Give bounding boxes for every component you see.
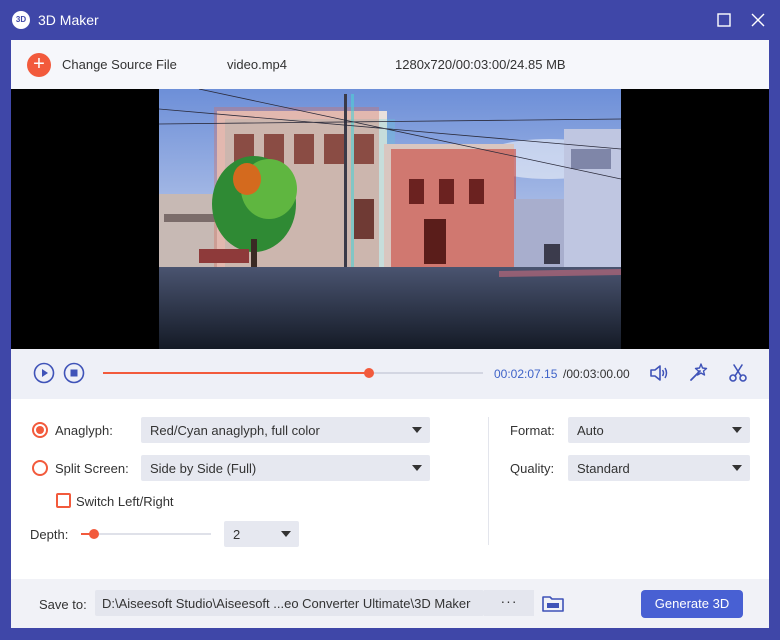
depth-slider-handle[interactable] <box>89 529 99 539</box>
split-screen-select[interactable]: Side by Side (Full) <box>141 455 430 481</box>
save-path-field[interactable]: D:\Aiseesoft Studio\Aiseesoft ...eo Conv… <box>95 590 534 616</box>
split-screen-value: Side by Side (Full) <box>150 461 257 476</box>
stop-button[interactable] <box>63 362 85 384</box>
stop-icon <box>63 362 85 384</box>
depth-select[interactable]: 2 <box>224 521 299 547</box>
save-bar: Save to: D:\Aiseesoft Studio\Aiseesoft .… <box>11 579 769 628</box>
anaglyph-select[interactable]: Red/Cyan anaglyph, full color <box>141 417 430 443</box>
quality-label: Quality: <box>510 461 555 476</box>
add-icon[interactable]: + <box>27 53 51 77</box>
settings-panel: Anaglyph: Red/Cyan anaglyph, full color … <box>11 399 769 579</box>
change-source-button[interactable]: Change Source File <box>62 57 177 72</box>
close-icon <box>751 13 765 27</box>
progress-handle[interactable] <box>364 368 374 378</box>
browse-button[interactable]: ··· <box>484 590 534 616</box>
play-icon <box>33 362 55 384</box>
total-time: /00:03:00.00 <box>563 367 630 381</box>
playback-controls: 00:02:07.15 /00:03:00.00 <box>11 349 769 399</box>
title-bar: 3D 3D Maker <box>0 0 780 40</box>
chevron-down-icon <box>412 427 422 433</box>
generate-3d-button[interactable]: Generate 3D <box>641 590 743 618</box>
play-button[interactable] <box>33 362 55 384</box>
video-player[interactable] <box>11 89 769 349</box>
folder-icon <box>542 596 564 612</box>
window-title: 3D Maker <box>38 12 99 28</box>
chevron-down-icon <box>732 427 742 433</box>
file-info: 1280x720/00:03:00/24.85 MB <box>395 57 566 72</box>
video-preview <box>159 89 621 349</box>
switch-left-right-label: Switch Left/Right <box>76 494 174 509</box>
progress-bar[interactable] <box>103 368 483 378</box>
quality-select[interactable]: Standard <box>568 455 750 481</box>
anaglyph-radio[interactable] <box>32 422 48 438</box>
settings-divider <box>488 417 489 545</box>
app-window: 3D 3D Maker + Change Source File video.m… <box>0 0 780 640</box>
chevron-down-icon <box>281 531 291 537</box>
split-screen-label: Split Screen: <box>55 461 129 476</box>
app-logo-icon: 3D <box>12 11 30 29</box>
scissors-icon <box>729 364 747 382</box>
enhance-button[interactable] <box>687 362 709 384</box>
format-label: Format: <box>510 423 555 438</box>
anaglyph-label: Anaglyph: <box>55 423 113 438</box>
save-to-label: Save to: <box>39 597 87 612</box>
depth-label: Depth: <box>30 527 69 542</box>
maximize-icon <box>717 13 731 27</box>
format-select[interactable]: Auto <box>568 417 750 443</box>
depth-slider[interactable] <box>81 529 211 539</box>
current-time: 00:02:07.15 <box>494 367 558 381</box>
format-value: Auto <box>577 423 604 438</box>
chevron-down-icon <box>732 465 742 471</box>
depth-value: 2 <box>233 527 241 542</box>
split-screen-radio[interactable] <box>32 460 48 476</box>
cut-button[interactable] <box>727 362 749 384</box>
source-bar: + Change Source File video.mp4 1280x720/… <box>11 40 769 90</box>
volume-icon <box>650 365 668 381</box>
volume-button[interactable] <box>648 362 670 384</box>
chevron-down-icon <box>412 465 422 471</box>
main-panel: + Change Source File video.mp4 1280x720/… <box>11 40 769 628</box>
magic-wand-icon <box>690 363 708 381</box>
save-path-value: D:\Aiseesoft Studio\Aiseesoft ...eo Conv… <box>102 596 471 611</box>
switch-left-right-checkbox[interactable] <box>56 493 71 508</box>
file-name: video.mp4 <box>227 57 287 72</box>
maximize-button[interactable] <box>714 10 734 30</box>
open-folder-button[interactable] <box>541 592 564 614</box>
quality-value: Standard <box>577 461 630 476</box>
progress-fill <box>103 372 369 374</box>
close-button[interactable] <box>748 10 768 30</box>
anaglyph-value: Red/Cyan anaglyph, full color <box>150 423 320 438</box>
